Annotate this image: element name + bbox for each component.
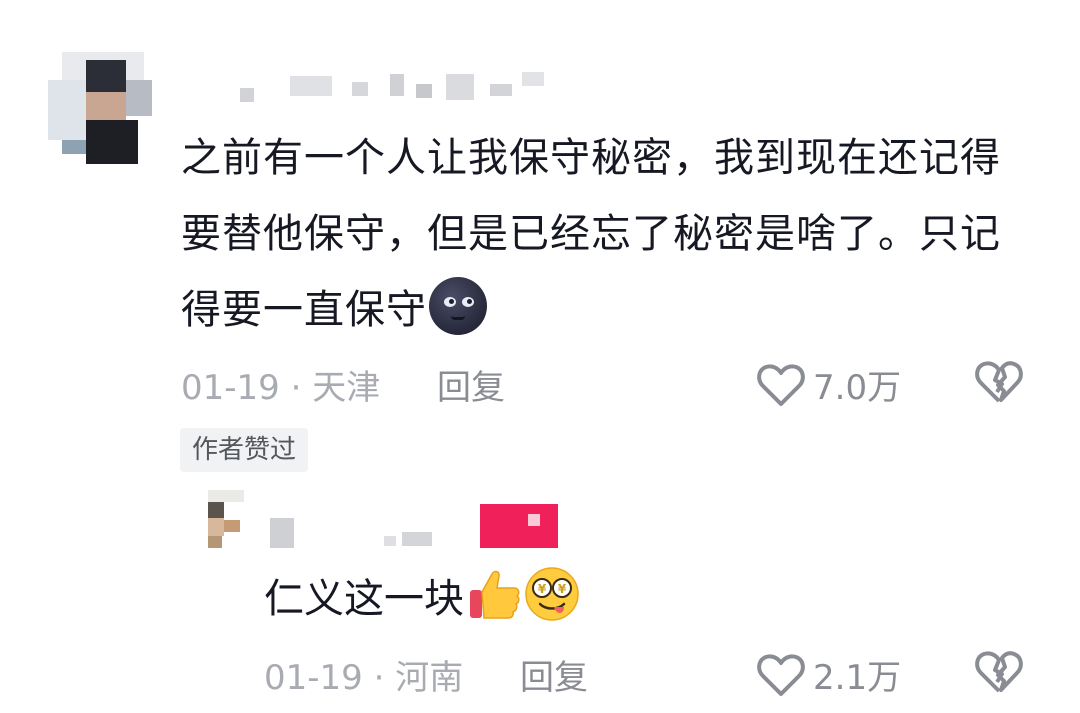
new-moon-face-icon xyxy=(429,277,487,335)
comment-dislike-button[interactable] xyxy=(975,360,1023,404)
reply-text-body: 仁义这一块 xyxy=(264,576,464,622)
broken-heart-icon xyxy=(975,360,1023,404)
money-eyes-face-icon: ¥ ¥ xyxy=(524,566,580,622)
comment-thread: 之前有一个人让我保守秘密，我到现在还记得要替他保守，但是已经忘了秘密是啥了。只记… xyxy=(0,0,1080,713)
commenter-avatar[interactable] xyxy=(48,52,158,164)
comment-reply-button[interactable]: 回复 xyxy=(437,360,505,409)
comment-date-location: 01-19 · 天津 xyxy=(181,368,381,408)
reply-like-button[interactable]: 2.1万 xyxy=(757,650,901,699)
comment-text-body: 之前有一个人让我保守秘密，我到现在还记得要替他保守，但是已经忘了秘密是啥了。只记… xyxy=(181,135,1001,333)
svg-text:¥: ¥ xyxy=(558,582,567,596)
reply-dislike-button[interactable] xyxy=(975,650,1023,694)
thumbs-up-icon xyxy=(466,566,522,622)
replier-avatar[interactable] xyxy=(204,490,250,552)
commenter-name-redacted[interactable] xyxy=(240,70,550,106)
reply-reply-button[interactable]: 回复 xyxy=(520,650,588,699)
replier-name-redacted[interactable] xyxy=(270,500,570,550)
heart-icon xyxy=(757,363,805,407)
heart-icon xyxy=(757,653,805,697)
comment-like-count: 7.0万 xyxy=(813,368,902,408)
reply-text: 仁义这一块 ¥ ¥ xyxy=(264,566,580,629)
author-liked-badge: 作者赞过 xyxy=(180,428,309,472)
reply-date-location: 01-19 · 河南 xyxy=(264,658,464,698)
comment-text: 之前有一个人让我保守秘密，我到现在还记得要替他保守，但是已经忘了秘密是啥了。只记… xyxy=(181,120,1011,348)
svg-text:¥: ¥ xyxy=(538,582,547,596)
broken-heart-icon xyxy=(975,650,1023,694)
reply-like-count: 2.1万 xyxy=(813,658,902,698)
comment-like-button[interactable]: 7.0万 xyxy=(757,360,901,409)
